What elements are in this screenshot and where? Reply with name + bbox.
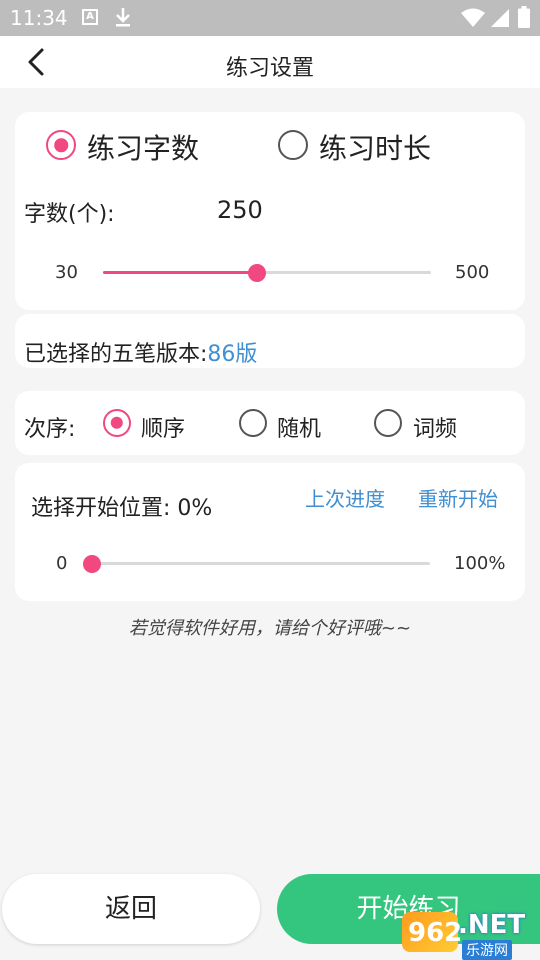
word-count-slider-thumb[interactable]: [247, 263, 266, 282]
radio-order-random[interactable]: [239, 409, 267, 437]
slider-max-label: 500: [455, 262, 490, 283]
radio-practice-count[interactable]: [46, 130, 76, 160]
order-label: 次序:: [24, 417, 76, 442]
radio-order-sequential[interactable]: [103, 409, 131, 437]
position-max-label: 100%: [454, 553, 506, 574]
watermark-text: .NET: [458, 910, 526, 940]
version-card[interactable]: 已选择的五笔版本:86版: [15, 314, 525, 368]
signal-icon: [491, 9, 509, 27]
practice-time-label[interactable]: 练习时长: [319, 127, 431, 167]
position-min-label: 0: [56, 553, 68, 574]
start-position-slider[interactable]: [83, 554, 430, 573]
word-count-slider-fill: [103, 271, 257, 274]
a-icon: A: [82, 9, 98, 25]
rating-hint[interactable]: 若觉得软件好用，请给个好评哦~~: [0, 614, 540, 640]
mode-card: 练习字数 练习时长 字数(个): 250 30 500: [15, 112, 525, 310]
start-position-label: 选择开始位置: 0%: [31, 496, 213, 521]
word-count-value: 250: [217, 196, 263, 224]
radio-practice-time[interactable]: [278, 130, 308, 160]
restart-link[interactable]: 重新开始: [418, 483, 498, 512]
site-watermark: 962 .NET 乐游网: [400, 908, 540, 960]
page-title: 练习设置: [225, 56, 314, 81]
slider-min-label: 30: [55, 262, 78, 283]
status-bar: 11:34 A: [0, 0, 540, 36]
watermark-logo-number: 962: [408, 918, 463, 948]
word-count-label: 字数(个):: [24, 202, 115, 227]
battery-icon: [518, 6, 530, 28]
download-icon: [116, 8, 130, 27]
word-count-slider[interactable]: [103, 263, 431, 282]
last-progress-link[interactable]: 上次进度: [305, 483, 385, 512]
watermark-logo: 962: [402, 912, 462, 952]
radio-order-frequency[interactable]: [374, 409, 402, 437]
order-sequential-label[interactable]: 顺序: [141, 411, 185, 443]
version-value[interactable]: 86版: [207, 342, 257, 367]
back-button[interactable]: 返回: [2, 874, 260, 944]
practice-count-label[interactable]: 练习字数: [87, 127, 199, 167]
order-random-label[interactable]: 随机: [277, 411, 321, 443]
order-card: 次序: 顺序 随机 词频: [15, 391, 525, 455]
start-position-card: 选择开始位置: 0% 上次进度 重新开始 0 100%: [15, 463, 525, 601]
start-position-slider-thumb[interactable]: [83, 554, 101, 573]
order-frequency-label[interactable]: 词频: [413, 411, 457, 443]
watermark-sub: 乐游网: [462, 940, 512, 960]
wifi-icon: [461, 8, 485, 27]
app-bar: 练习设置: [0, 36, 540, 88]
version-label: 已选择的五笔版本:86版: [24, 336, 257, 368]
status-time: 11:34: [10, 6, 68, 30]
version-prefix: 已选择的五笔版本:: [24, 342, 208, 367]
